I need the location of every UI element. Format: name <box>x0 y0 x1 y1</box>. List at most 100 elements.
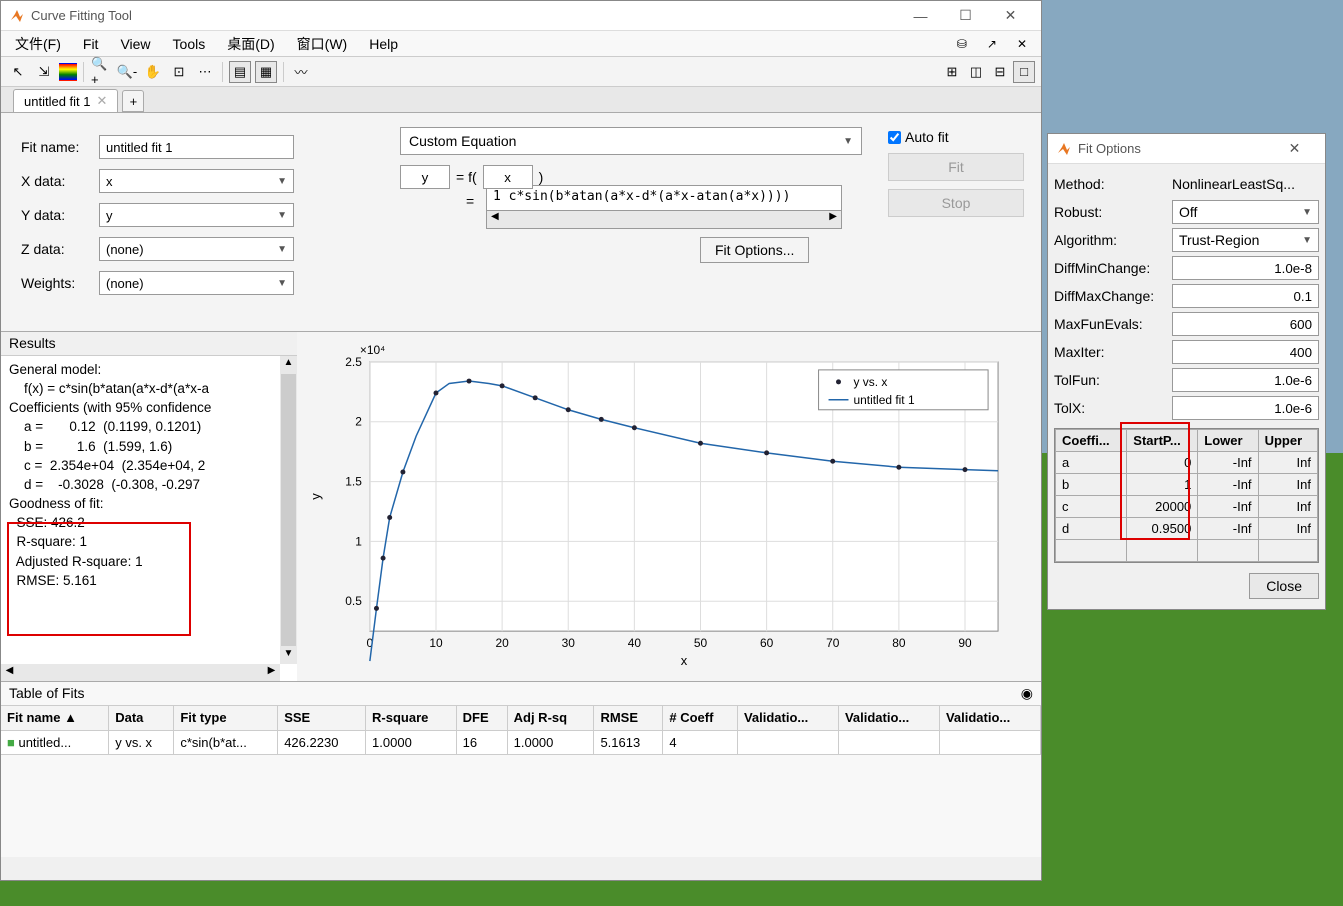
xdata-select[interactable]: x▼ <box>99 169 294 193</box>
autofit-checkbox[interactable]: Auto fit <box>888 129 1024 145</box>
tile-2x1-icon[interactable]: ⊟ <box>989 61 1011 83</box>
svg-text:10: 10 <box>429 636 443 650</box>
fitname-label: Fit name: <box>21 139 99 155</box>
tolx-input[interactable] <box>1172 396 1319 420</box>
column-header[interactable]: SSE <box>278 706 366 730</box>
collapse-icon[interactable]: ◉ <box>1021 685 1033 702</box>
color-tool-icon[interactable] <box>59 63 77 81</box>
diffminchange-input[interactable] <box>1172 256 1319 280</box>
column-header[interactable]: Adj R-sq <box>507 706 594 730</box>
dock-menu-icon[interactable]: ⛁ <box>949 35 975 53</box>
svg-text:1.5: 1.5 <box>345 475 362 489</box>
maxfunevals-label: MaxFunEvals: <box>1054 316 1172 332</box>
menu-desktop[interactable]: 桌面(D) <box>219 32 282 56</box>
svg-text:x: x <box>681 653 688 668</box>
fit-options-window: Fit Options ✕ Method:NonlinearLeastSq...… <box>1047 133 1326 610</box>
svg-text:untitled fit 1: untitled fit 1 <box>853 393 914 407</box>
tab-label: untitled fit 1 <box>24 94 91 109</box>
xdata-label: X data: <box>21 173 99 189</box>
close-button[interactable]: ✕ <box>988 2 1033 30</box>
tolfun-input[interactable] <box>1172 368 1319 392</box>
menu-file[interactable]: 文件(F) <box>7 32 69 56</box>
zoom-in-icon[interactable]: 🔍+ <box>90 61 112 83</box>
column-header[interactable]: Validatio... <box>939 706 1040 730</box>
column-header[interactable]: # Coeff <box>663 706 738 730</box>
matlab-icon <box>9 8 25 24</box>
column-header[interactable]: Validatio... <box>838 706 939 730</box>
column-header[interactable]: Fit type <box>174 706 278 730</box>
dependent-var-input[interactable] <box>400 165 450 189</box>
tile-2x2-icon[interactable]: ⊞ <box>941 61 963 83</box>
fit-button[interactable]: Fit <box>888 153 1024 181</box>
menu-view[interactable]: View <box>112 34 158 54</box>
svg-text:90: 90 <box>958 636 972 650</box>
data-cursor-icon[interactable]: ⊡ <box>168 61 190 83</box>
equation-input[interactable]: 1 c*sin(b*atan(a*x-d*(a*x-atan(a*x)))) <box>486 185 842 211</box>
minimize-button[interactable]: — <box>898 2 943 30</box>
menu-fit[interactable]: Fit <box>75 34 107 54</box>
maximize-button[interactable]: ☐ <box>943 2 988 30</box>
maxiter-label: MaxIter: <box>1054 344 1172 360</box>
menu-tools[interactable]: Tools <box>165 34 214 54</box>
select-tool-icon[interactable]: ↖ <box>7 61 29 83</box>
maxiter-input[interactable] <box>1172 340 1319 364</box>
eq-text-1: = f( <box>456 169 477 185</box>
tile-1x1-icon[interactable]: □ <box>1013 61 1035 83</box>
weights-select[interactable]: (none)▼ <box>99 271 294 295</box>
close-dock-icon[interactable]: ✕ <box>1009 35 1035 53</box>
column-header[interactable]: Validatio... <box>737 706 838 730</box>
method-label: Method: <box>1054 176 1172 192</box>
table-row: a0-InfInf <box>1056 452 1318 474</box>
table-row: ■ untitled...y vs. xc*sin(b*at...426.223… <box>1 730 1041 754</box>
results-vscroll[interactable]: ▲▼ <box>280 356 297 664</box>
zoom-out-icon[interactable]: 🔍- <box>116 61 138 83</box>
svg-text:30: 30 <box>562 636 576 650</box>
diffminchange-label: DiffMinChange: <box>1054 260 1172 276</box>
axes-tool-icon[interactable]: ⇲ <box>33 61 55 83</box>
column-header[interactable]: DFE <box>456 706 507 730</box>
fits-table[interactable]: Fit name ▲DataFit typeSSER-squareDFEAdj … <box>1 706 1041 755</box>
add-fit-tab-button[interactable]: + <box>122 90 144 112</box>
maxfunevals-input[interactable] <box>1172 312 1319 336</box>
diffmaxchange-input[interactable] <box>1172 284 1319 308</box>
column-header[interactable]: RMSE <box>594 706 663 730</box>
fit-options-button[interactable]: Fit Options... <box>700 237 809 263</box>
tile-1x2-icon[interactable]: ◫ <box>965 61 987 83</box>
tab-close-icon[interactable]: ✕ <box>97 93 108 109</box>
equation-hscroll[interactable]: ◀▶ <box>486 211 842 229</box>
results-hscroll[interactable]: ◀▶ <box>1 664 280 681</box>
column-header[interactable]: R-square <box>366 706 457 730</box>
column-header[interactable]: Fit name ▲ <box>1 706 109 730</box>
menu-help[interactable]: Help <box>361 34 406 54</box>
column-header[interactable]: Data <box>109 706 174 730</box>
fit-options-close-icon[interactable]: ✕ <box>1272 135 1317 163</box>
pan-icon[interactable]: ✋ <box>142 61 164 83</box>
independent-var-input[interactable] <box>483 165 533 189</box>
results-header: Results <box>1 332 297 356</box>
coefficients-table[interactable]: Coeffi...StartP...LowerUppera0-InfInfb1-… <box>1054 428 1319 563</box>
ydata-select[interactable]: y▼ <box>99 203 294 227</box>
fit-config-panel: Fit name: X data:x▼ Y data:y▼ Z data:(no… <box>1 113 1041 331</box>
algorithm-select[interactable]: Trust-Region▼ <box>1172 228 1319 252</box>
tolx-label: TolX: <box>1054 400 1172 416</box>
curve-fitting-tool-window: Curve Fitting Tool — ☐ ✕ 文件(F) Fit View … <box>0 0 1042 881</box>
tab-untitled-fit-1[interactable]: untitled fit 1 ✕ <box>13 89 118 112</box>
matlab-icon <box>1056 141 1072 157</box>
exclude-icon[interactable]: ⋯ <box>194 61 216 83</box>
table-of-fits-header: Table of Fits <box>9 685 84 702</box>
grid-toggle-icon[interactable]: ▦ <box>255 61 277 83</box>
undock-icon[interactable]: ↗ <box>979 35 1005 53</box>
zdata-select[interactable]: (none)▼ <box>99 237 294 261</box>
results-panel: Results General model: f(x) = c*sin(b*at… <box>1 332 297 681</box>
fit-options-close-button[interactable]: Close <box>1249 573 1319 599</box>
menu-window[interactable]: 窗口(W) <box>289 32 356 56</box>
equation-type-select[interactable]: Custom Equation▼ <box>400 127 862 155</box>
residuals-icon[interactable]: 〰 <box>290 61 312 83</box>
stop-button[interactable]: Stop <box>888 189 1024 217</box>
legend-toggle-icon[interactable]: ▤ <box>229 61 251 83</box>
svg-text:40: 40 <box>628 636 642 650</box>
fitname-input[interactable] <box>99 135 294 159</box>
fit-plot[interactable]: 01020304050607080900.511.522.5xy×10⁴y vs… <box>297 332 1041 681</box>
robust-select[interactable]: Off▼ <box>1172 200 1319 224</box>
svg-text:×10⁴: ×10⁴ <box>360 343 385 357</box>
